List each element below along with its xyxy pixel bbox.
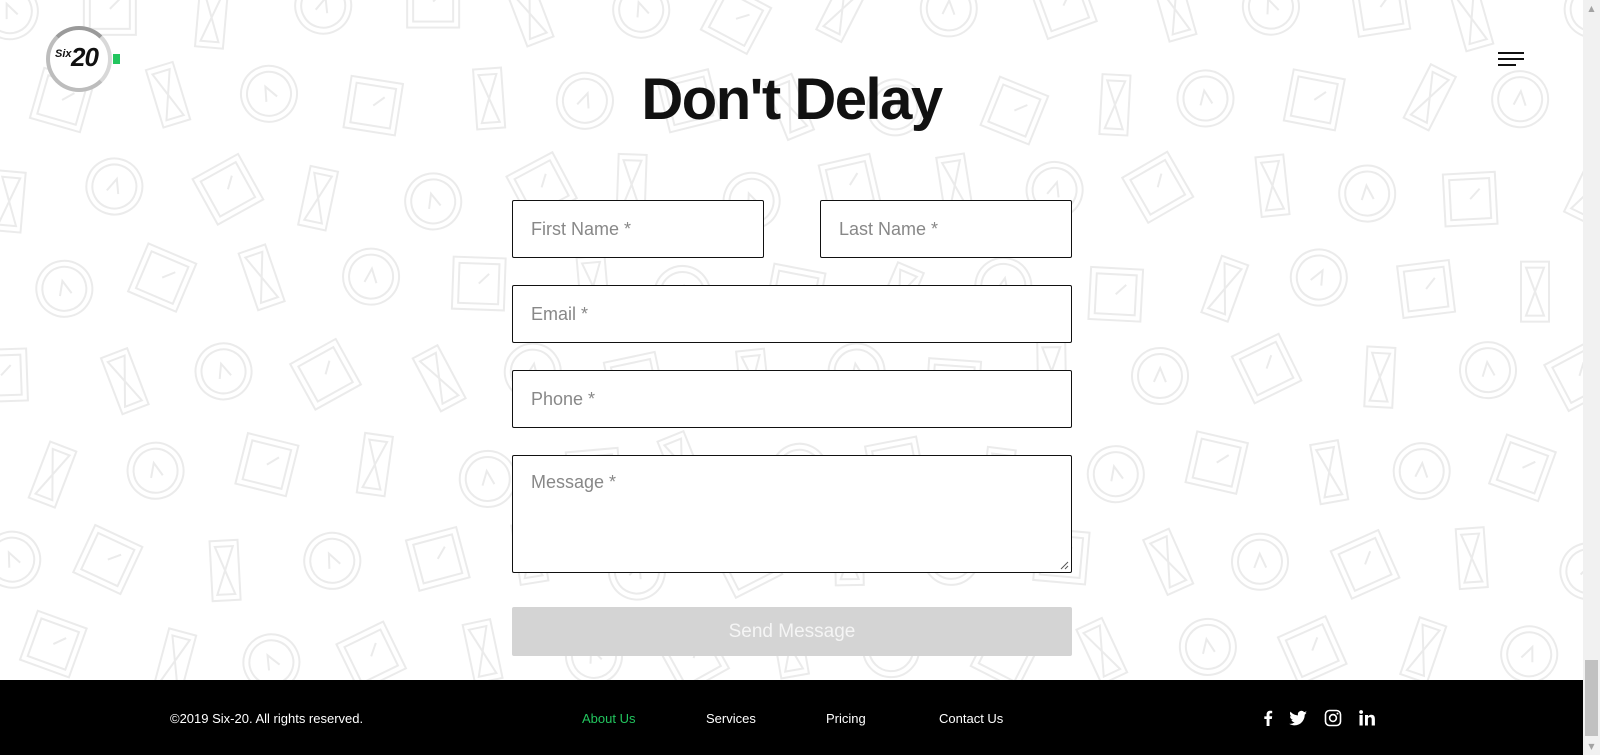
first-name-field[interactable] <box>512 200 764 258</box>
phone-input[interactable] <box>531 371 1053 427</box>
page-title: Don't Delay <box>641 67 943 132</box>
send-message-button[interactable]: Send Message <box>512 607 1072 656</box>
message-input[interactable] <box>531 456 1053 572</box>
resize-grip-icon[interactable] <box>1059 560 1069 570</box>
message-field[interactable] <box>512 455 1072 573</box>
phone-field[interactable] <box>512 370 1072 428</box>
email-field[interactable] <box>512 285 1072 343</box>
scroll-up-arrow-icon[interactable]: ▲ <box>1583 0 1600 17</box>
scroll-thumb[interactable] <box>1585 660 1598 736</box>
email-input[interactable] <box>531 286 1053 342</box>
logo-accent <box>113 54 120 64</box>
last-name-input[interactable] <box>839 201 1053 257</box>
page-scrollbar[interactable]: ▲ ▼ <box>1583 0 1600 755</box>
page: Six 20 Don't Delay Send Message <box>0 0 1583 755</box>
scroll-down-arrow-icon[interactable]: ▼ <box>1583 738 1600 755</box>
first-name-input[interactable] <box>531 201 745 257</box>
logo-text-small: Six <box>55 48 72 60</box>
last-name-field[interactable] <box>820 200 1072 258</box>
